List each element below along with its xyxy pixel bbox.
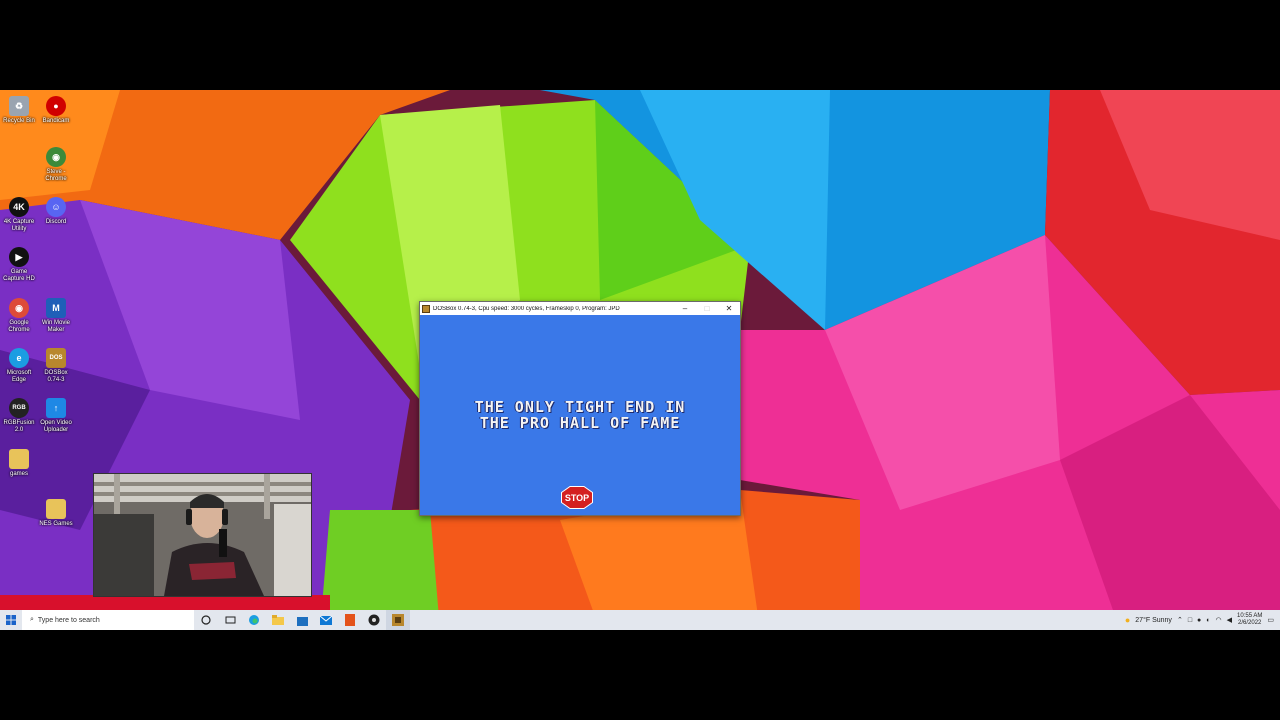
desktop-icon-dosbox[interactable]: DOS DOSBox 0.74-3 (37, 348, 75, 384)
search-icon: ⌕ (30, 616, 34, 623)
rgbfusion-icon: RGB (9, 398, 29, 418)
dosbox-app-icon (422, 304, 430, 313)
file-explorer-icon[interactable] (266, 610, 290, 630)
desktop-icon-game-capture[interactable]: ▶ Game Capture HD (0, 247, 38, 283)
chrome-icon: ◉ (9, 298, 29, 318)
office-icon[interactable] (338, 610, 362, 630)
dosbox-window[interactable]: DOSBox 0.74-3, Cpu speed: 3000 cycles, F… (419, 301, 741, 516)
headset-icon[interactable]: ◐ (1206, 617, 1210, 624)
edge-taskbar-icon[interactable] (242, 610, 266, 630)
webcam-image (94, 474, 311, 596)
desktop-icon-label: Steve - Chrome (45, 169, 67, 182)
dosbox-taskbar-icon[interactable] (386, 610, 410, 630)
windows-logo-icon (6, 615, 16, 625)
bandicam-icon: ● (46, 96, 66, 116)
game-caption-line-1: THE ONLY TIGHT END IN (474, 398, 686, 416)
desktop-icon-rgbfusion[interactable]: RGB RGBFusion 2.0 (0, 398, 38, 434)
network-icon[interactable]: □ (1188, 617, 1192, 624)
desktop-icon-label: Discord (45, 219, 67, 225)
desktop-icon-movie-maker[interactable]: M Win Movie Maker (37, 298, 75, 334)
task-view-icon[interactable] (218, 610, 242, 630)
desktop-icon-google-chrome[interactable]: ◉ Google Chrome (0, 298, 38, 334)
recycle-bin-icon: ♻ (9, 96, 29, 116)
wifi-icon[interactable]: ◠ (1216, 616, 1222, 624)
desktop-icon-4k-capture[interactable]: 4K 4K Capture Utility (0, 197, 38, 233)
dosbox-titlebar[interactable]: DOSBox 0.74-3, Cpu speed: 3000 cycles, F… (420, 302, 740, 315)
folder-icon (9, 449, 29, 469)
dosbox-game-screen[interactable]: THE ONLY TIGHT END IN THE PRO HALL OF FA… (420, 315, 740, 515)
desktop-icon-label: DOSBox 0.74-3 (44, 370, 68, 383)
stop-sign-icon[interactable]: STOP (561, 486, 593, 509)
minimize-button[interactable]: – (674, 304, 696, 313)
weather-text[interactable]: 27°F Sunny (1135, 617, 1172, 624)
discord-icon: ☺ (46, 197, 66, 217)
desktop-icon-label: games (9, 471, 28, 477)
dosbox-window-title: DOSBox 0.74-3, Cpu speed: 3000 cycles, F… (433, 305, 620, 312)
store-icon[interactable] (290, 610, 314, 630)
tray-chevron-up-icon[interactable]: ⌃ (1177, 616, 1183, 624)
desktop-icon-label: NES Games (39, 521, 73, 527)
desktop-screen: ♻ Recycle Bin ● Bandicam ◉ Steve - Chrom… (0, 90, 1280, 630)
close-button[interactable]: ✕ (718, 304, 740, 313)
desktop-icon-video-uploader[interactable]: ↑ Open Video Uploader (37, 398, 75, 434)
video-uploader-icon: ↑ (46, 398, 66, 418)
game-caption: THE ONLY TIGHT END IN THE PRO HALL OF FA… (420, 399, 740, 431)
webcam-overlay (93, 473, 312, 597)
taskbar: ⌕ Type here to search ● 27°F Sunny ⌃ □ ●… (0, 610, 1280, 630)
desktop-icon-discord[interactable]: ☺ Discord (37, 197, 75, 226)
notifications-icon[interactable]: ▭ (1267, 616, 1274, 624)
desktop-icon-steve-chrome[interactable]: ◉ Steve - Chrome (37, 147, 75, 183)
capture-utility-icon: 4K (9, 197, 29, 217)
desktop-icon-label: Open Video Uploader (40, 420, 72, 433)
desktop-icon-label: Recycle Bin (3, 118, 35, 124)
weather-icon: ● (1124, 615, 1131, 625)
desktop-icon-label: Google Chrome (8, 320, 30, 333)
desktop-icon-label: Bandicam (42, 118, 70, 124)
desktop-icon-label: 4K Capture Utility (3, 219, 35, 232)
desktop-icon-label: Game Capture HD (3, 269, 35, 282)
game-capture-icon: ▶ (9, 247, 29, 267)
volume-icon[interactable]: ◀ (1227, 616, 1232, 624)
cortana-icon[interactable] (194, 610, 218, 630)
folder-icon (46, 499, 66, 519)
edge-icon: e (9, 348, 29, 368)
desktop-icon-edge[interactable]: e Microsoft Edge (0, 348, 38, 384)
dosbox-icon: DOS (46, 348, 66, 368)
stop-label: STOP (565, 493, 589, 503)
clock[interactable]: 10:55 AM 2/6/2022 (1237, 613, 1262, 627)
desktop-icon-games-folder[interactable]: games (0, 449, 38, 478)
desktop-icon-label: Win Movie Maker (41, 320, 70, 333)
obs-icon[interactable] (362, 610, 386, 630)
clock-date: 2/6/2022 (1238, 620, 1262, 626)
start-button[interactable] (0, 610, 22, 630)
search-placeholder: Type here to search (37, 616, 100, 624)
maximize-button[interactable]: □ (696, 304, 718, 313)
microphone-icon[interactable]: ● (1197, 617, 1201, 624)
desktop-icon-recycle-bin[interactable]: ♻ Recycle Bin (0, 96, 38, 125)
clock-time: 10:55 AM (1237, 613, 1263, 619)
desktop-icon-label: Microsoft Edge (6, 370, 32, 383)
desktop-icon-nes-games-folder[interactable]: NES Games (37, 499, 75, 528)
movie-maker-icon: M (46, 298, 66, 318)
mail-icon[interactable] (314, 610, 338, 630)
chrome-icon: ◉ (46, 147, 66, 167)
game-caption-line-2: THE PRO HALL OF FAME (479, 414, 681, 432)
taskbar-search-box[interactable]: ⌕ Type here to search (22, 610, 194, 630)
desktop-icon-bandicam[interactable]: ● Bandicam (37, 96, 75, 125)
system-tray: ● 27°F Sunny ⌃ □ ● ◐ ◠ ◀ 10:55 AM 2/6/20… (1125, 613, 1280, 627)
desktop-icon-label: RGBFusion 2.0 (3, 420, 35, 433)
